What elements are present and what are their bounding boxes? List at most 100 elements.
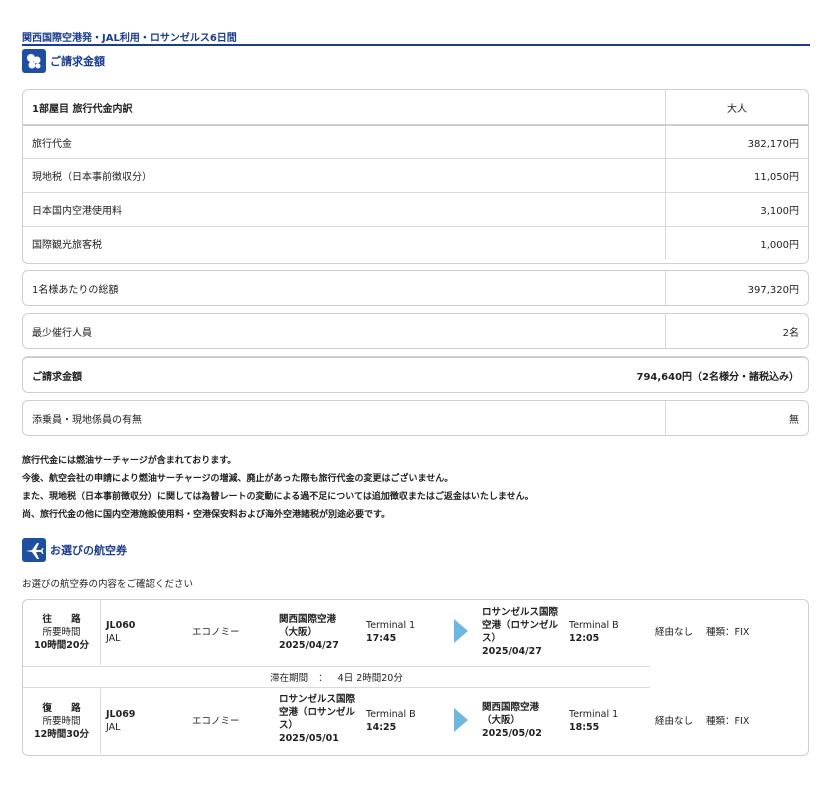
departure-airport: 関西国際空港（大阪） <box>279 614 337 638</box>
airline: JAL <box>106 633 121 644</box>
total-value: 794,640円（2名様分・諸税込み） <box>636 371 799 383</box>
departure-airport-cell: ロサンゼルス国際空港（ロサンゼルス） 2025/05/01 <box>279 693 355 745</box>
table-row: 添乗員・現地係員の有無 無 <box>23 401 808 435</box>
inbound-label: 復 路 所要時間 12時間30分 <box>23 689 101 754</box>
fee-breakdown-table: 1部屋目 旅行代金内訳 大人 旅行代金 382,170円 現地税（日本事前徴収分… <box>22 89 809 264</box>
note-line: また、現地税（日本事前徴収分）に関しては為替レートの変動による過不足については追… <box>22 492 534 502</box>
table-row: 現地税（日本事前徴収分） 11,050円 <box>23 158 808 192</box>
departure-date: 2025/04/27 <box>279 640 339 651</box>
table-row: 最少催行人員 2名 <box>23 314 808 348</box>
escort-box: 添乗員・現地係員の有無 無 <box>22 400 809 436</box>
arrow-right-icon <box>454 708 468 732</box>
outbound-label: 往 路 所要時間 10時間20分 <box>23 600 101 665</box>
via-info: 経由なし <box>655 627 694 638</box>
fee-value: 382,170円 <box>747 138 799 150</box>
arrival-airport: ロサンゼルス国際空港（ロサンゼルス） <box>482 607 559 644</box>
departure-airport-cell: 関西国際空港（大阪） 2025/04/27 <box>279 613 351 652</box>
inbound-flight-row: 復 路 所要時間 12時間30分 JL069 JAL エコノミー ロサンゼルス国… <box>23 689 808 754</box>
via-info: 経由なし <box>655 716 694 727</box>
arrival-time: 18:55 <box>569 722 600 733</box>
fee-label: 旅行代金 <box>23 126 666 158</box>
total-billing-box: ご請求金額 794,640円（2名様分・諸税込み） <box>22 356 809 393</box>
airplane-icon <box>22 538 46 562</box>
route-info: 経由なし 種類：FIX <box>655 715 749 728</box>
table-row: ご請求金額 794,640円（2名様分・諸税込み） <box>23 358 808 392</box>
departure-time-cell: Terminal B 14:25 <box>366 708 416 734</box>
table-row: 国際観光旅客税 1,000円 <box>23 226 808 260</box>
departure-date: 2025/05/01 <box>279 733 339 744</box>
note-line: 今後、航空会社の申請により燃油サーチャージの増減、廃止があった際も旅行代金の変更… <box>22 474 454 484</box>
arrival-date: 2025/04/27 <box>482 646 542 657</box>
note-line: 尚、旅行代金の他に国内空港施設使用料・空港保安料および海外空港諸税が別途必要です… <box>22 510 391 520</box>
fee-label: 現地税（日本事前徴収分） <box>23 159 666 192</box>
fee-header-label: 1部屋目 旅行代金内訳 <box>23 90 666 124</box>
arrival-terminal: Terminal B <box>569 620 619 631</box>
direction-label: 往 路 <box>42 614 89 625</box>
duration-label: 所要時間 <box>42 627 81 638</box>
cabin-class: エコノミー <box>192 716 240 727</box>
fee-label: 日本国内空港使用料 <box>23 193 666 226</box>
arrival-airport-cell: ロサンゼルス国際空港（ロサンゼルス） 2025/04/27 <box>482 606 558 658</box>
flights-subtitle: お選びの航空券の内容をご確認ください <box>22 579 194 590</box>
fare-type: 種類：FIX <box>706 627 750 638</box>
departure-time: 17:45 <box>366 633 397 644</box>
departure-airport: ロサンゼルス国際空港（ロサンゼルス） <box>279 694 356 731</box>
arrival-time-cell: Terminal 1 18:55 <box>569 708 618 734</box>
escort-value: 無 <box>789 414 799 426</box>
route-info: 経由なし 種類：FIX <box>655 626 749 639</box>
fee-value: 1,000円 <box>760 240 799 251</box>
flights-section-header: お選びの航空券 <box>22 538 127 562</box>
departure-terminal: Terminal B <box>366 709 416 720</box>
direction-label: 復 路 <box>42 703 89 714</box>
fare-type: 種類：FIX <box>706 716 750 727</box>
departure-terminal: Terminal 1 <box>366 620 416 631</box>
flight-number-cell: JL069 JAL <box>106 708 135 734</box>
flight-itinerary-table: 往 路 所要時間 10時間20分 JL060 JAL エコノミー 関西国際空港（… <box>22 599 809 756</box>
duration-value: 10時間20分 <box>34 640 89 651</box>
total-label: ご請求金額 <box>32 371 82 383</box>
arrival-terminal: Terminal 1 <box>569 709 619 720</box>
arrival-airport-cell: 関西国際空港（大阪） 2025/05/02 <box>482 701 554 740</box>
departure-time-cell: Terminal 1 17:45 <box>366 619 415 645</box>
fee-value: 3,100円 <box>760 206 799 217</box>
page: 関西国際空港発・JAL利用・ロサンゼルス6日間 ご請求金額 1部屋目 旅行代金内… <box>0 0 837 791</box>
departure-time: 14:25 <box>366 722 397 733</box>
flight-number-cell: JL060 JAL <box>106 619 135 645</box>
stay-colon: ： <box>318 673 328 684</box>
flight-number: JL069 <box>106 709 136 720</box>
stay-value: 4日 2時間20分 <box>337 673 403 684</box>
fee-header-row: 1部屋目 旅行代金内訳 大人 <box>23 90 808 124</box>
arrival-date: 2025/05/02 <box>482 728 542 739</box>
min-people-box: 最少催行人員 2名 <box>22 313 809 349</box>
table-row: 旅行代金 382,170円 <box>23 124 808 158</box>
stay-duration-row: 滞在期間 ： 4日 2時間20分 <box>23 666 650 688</box>
flights-section-title: お選びの航空券 <box>50 544 127 557</box>
escort-label: 添乗員・現地係員の有無 <box>23 401 666 435</box>
fuel-surcharge-notes: 旅行代金には燃油サーチャージが含まれております。 今後、航空会社の申請により燃油… <box>22 452 534 524</box>
title-underline <box>22 44 810 46</box>
min-people-label: 最少催行人員 <box>23 314 666 348</box>
stay-label: 滞在期間 <box>270 673 309 684</box>
page-title: 関西国際空港発・JAL利用・ロサンゼルス6日間 <box>22 33 237 44</box>
table-row: 1名様あたりの総額 397,320円 <box>23 271 808 305</box>
fee-header-value: 大人 <box>727 103 747 115</box>
arrival-airport: 関西国際空港（大阪） <box>482 702 540 726</box>
per-person-value: 397,320円 <box>747 284 799 296</box>
min-people-value: 2名 <box>782 327 799 339</box>
billing-section-header: ご請求金額 <box>22 49 105 73</box>
cabin-class: エコノミー <box>192 627 240 638</box>
fee-value: 11,050円 <box>754 172 799 183</box>
duration-label: 所要時間 <box>42 716 81 727</box>
airline: JAL <box>106 722 121 733</box>
arrival-time: 12:05 <box>569 633 600 644</box>
table-row: 日本国内空港使用料 3,100円 <box>23 192 808 226</box>
outbound-flight-row: 往 路 所要時間 10時間20分 JL060 JAL エコノミー 関西国際空港（… <box>23 600 808 665</box>
coins-icon <box>22 49 46 73</box>
per-person-label: 1名様あたりの総額 <box>23 271 666 305</box>
per-person-total-box: 1名様あたりの総額 397,320円 <box>22 270 809 306</box>
note-line: 旅行代金には燃油サーチャージが含まれております。 <box>22 456 237 466</box>
flight-number: JL060 <box>106 620 136 631</box>
arrival-time-cell: Terminal B 12:05 <box>569 619 619 645</box>
duration-value: 12時間30分 <box>34 729 89 740</box>
fee-label: 国際観光旅客税 <box>23 227 666 260</box>
